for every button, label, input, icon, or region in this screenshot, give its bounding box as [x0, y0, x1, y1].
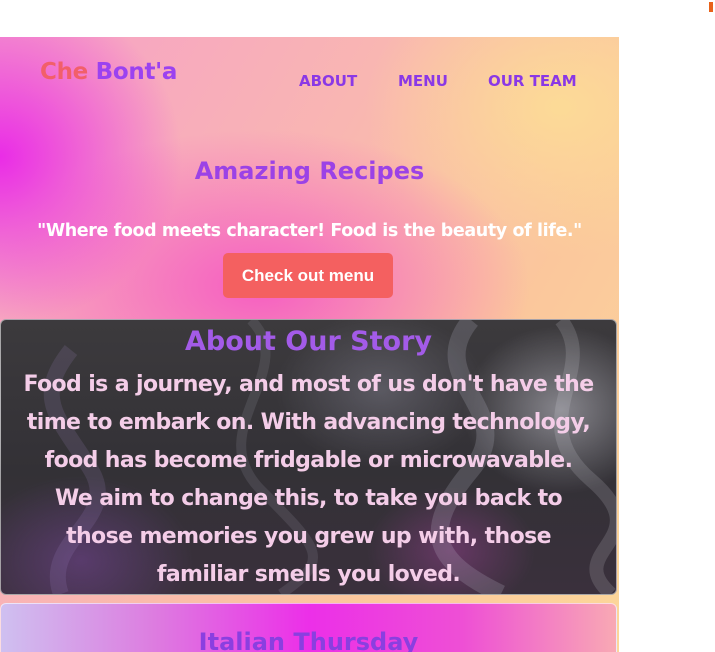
top-navigation: Che Bont'a ABOUT MENU OUR TEAM	[0, 37, 619, 117]
story-line: time to embark on. With advancing techno…	[26, 410, 591, 435]
website-viewport: Che Bont'a ABOUT MENU OUR TEAM Amazing R…	[0, 37, 619, 652]
hero-title: Amazing Recipes	[194, 157, 425, 185]
story-line: those memories you grew up with, those	[66, 524, 551, 549]
story-line: familiar smells you loved.	[156, 562, 461, 587]
site-logo[interactable]: Che Bont'a	[40, 59, 177, 85]
nav-link-menu[interactable]: MENU	[398, 72, 448, 90]
story-line: We aim to change this, to take you back …	[54, 486, 563, 511]
story-line: Food is a journey, and most of us don't …	[23, 372, 594, 397]
nav-link-about[interactable]: ABOUT	[299, 72, 357, 90]
nav-link-our-team[interactable]: OUR TEAM	[488, 72, 577, 90]
story-line: food has become fridgable or microwavabl…	[44, 448, 573, 473]
hero-quote: "Where food meets character! Food is the…	[37, 221, 582, 241]
story-text: Food is a journey, and most of us don't …	[3, 366, 614, 594]
logo-part-2: Bont'a	[95, 59, 178, 85]
scroll-marker	[709, 2, 713, 12]
next-section-title: Italian Thursday	[198, 628, 419, 652]
story-title: About Our Story	[184, 326, 432, 357]
italian-thursday-card: Italian Thursday	[0, 603, 617, 652]
logo-part-1: Che	[40, 59, 88, 85]
about-story-card: About Our Story Food is a journey, and m…	[0, 319, 617, 595]
check-out-menu-button[interactable]: Check out menu	[223, 253, 393, 298]
